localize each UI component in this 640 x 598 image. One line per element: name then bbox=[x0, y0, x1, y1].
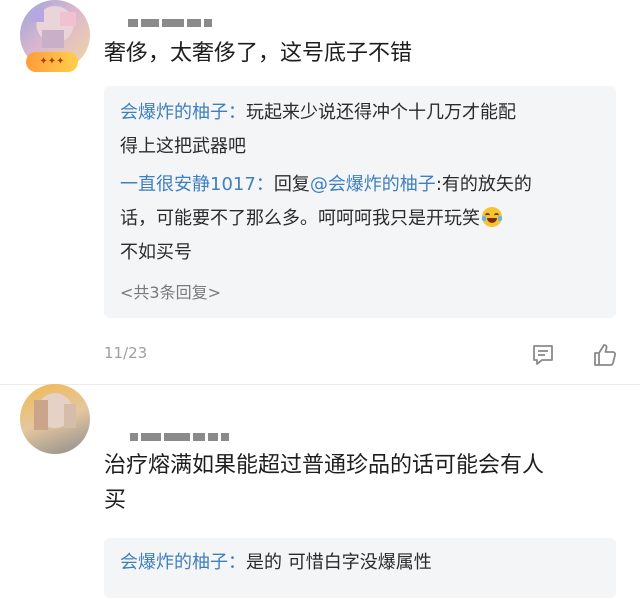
reply-text-continued: 话，可能要不了那么多。呵呵呵我只是开玩笑 bbox=[120, 204, 502, 234]
comment-text-continued: 买 bbox=[104, 488, 127, 513]
comment-icon[interactable] bbox=[530, 342, 556, 368]
reply-prefix: 回复 bbox=[273, 174, 310, 195]
reply-text: :有的放矢的 bbox=[435, 174, 532, 195]
reply-item: 一直很安静1017：回复@会爆炸的柚子:有的放矢的 bbox=[120, 170, 532, 200]
reply-item: 会爆炸的柚子：玩起来少说还得冲个十几万才能配 bbox=[120, 98, 516, 128]
reply-text-continued: 不如买号 bbox=[120, 242, 192, 263]
redacted-username bbox=[128, 12, 215, 27]
reply-text-continued: 得上这把武器吧 bbox=[120, 136, 246, 157]
divider bbox=[0, 384, 640, 385]
thumbs-up-icon[interactable] bbox=[592, 342, 618, 368]
reply-separator: ： bbox=[255, 174, 274, 195]
laughing-tears-emoji-icon bbox=[482, 207, 502, 227]
reply-mention[interactable]: @会爆炸的柚子 bbox=[310, 174, 436, 195]
reply-box[interactable]: 会爆炸的柚子：玩起来少说还得冲个十几万才能配 得上这把武器吧 一直很安静1017… bbox=[104, 86, 616, 318]
reply-separator: ： bbox=[228, 102, 246, 123]
reply-box[interactable]: 会爆炸的柚子：是的 可惜白字没爆属性 bbox=[104, 538, 616, 598]
comment-text: 奢侈，太奢侈了，这号底子不错 bbox=[104, 41, 413, 66]
reply-item: 会爆炸的柚子：是的 可惜白字没爆属性 bbox=[120, 548, 432, 578]
reply-username[interactable]: 会爆炸的柚子 bbox=[120, 102, 228, 123]
reply-username[interactable]: 一直很安静1017 bbox=[120, 174, 256, 195]
redacted-username bbox=[130, 426, 232, 441]
reply-text: 玩起来少说还得冲个十几万才能配 bbox=[246, 102, 516, 123]
comment-date: 11/23 bbox=[104, 344, 148, 362]
more-replies-link[interactable]: <共3条回复> bbox=[120, 278, 221, 308]
reply-text: 是的 可惜白字没爆属性 bbox=[246, 552, 432, 573]
user-level-badge: ✦✦✦ bbox=[26, 52, 78, 72]
avatar[interactable] bbox=[20, 384, 90, 454]
reply-username[interactable]: 会爆炸的柚子 bbox=[120, 552, 228, 573]
reply-separator: ： bbox=[228, 552, 246, 573]
reply-text: 话，可能要不了那么多。呵呵呵我只是开玩笑 bbox=[120, 208, 480, 229]
comment-text: 治疗熔满如果能超过普通珍品的话可能会有人 bbox=[104, 453, 545, 478]
